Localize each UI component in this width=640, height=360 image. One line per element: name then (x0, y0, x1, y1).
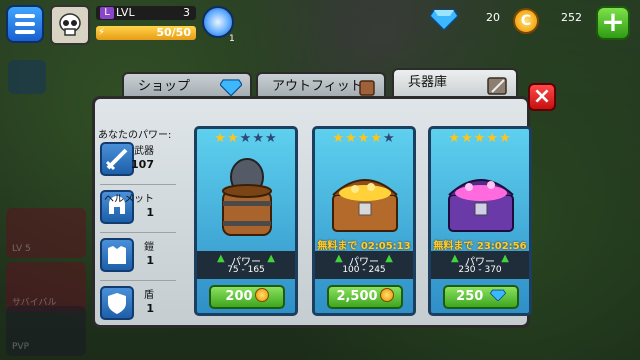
buy-button[interactable]: 200 (209, 285, 285, 309)
item-card-purple-chest[interactable]: ★★★★★ 無料まで 23:02:56 ▲ ▲ パワー 230 - 370 25… (428, 126, 532, 316)
star-empty-icon: ★ (239, 131, 253, 146)
player-avatar[interactable] (50, 5, 90, 45)
stat-weapon-label: 武器 (134, 146, 154, 157)
gem-icon (489, 289, 506, 301)
star-filled-icon: ★ (498, 131, 512, 146)
gem-icon (430, 9, 458, 30)
star-filled-icon: ★ (448, 131, 462, 146)
stat-divider (100, 232, 176, 233)
star-empty-icon: ★ (382, 131, 396, 146)
purple-chest-icon (448, 179, 514, 232)
coin-icon (379, 288, 394, 302)
star-filled-icon: ★ (345, 131, 358, 146)
tab-shop-label: ショップ (138, 79, 191, 94)
energy-icon: ⚡ (98, 27, 106, 38)
power-range: 75 - 165 (227, 265, 265, 275)
star-filled-icon: ★ (370, 131, 383, 146)
stat-helmet-label: ヘルメット (104, 194, 154, 205)
swirl-count: 1 (229, 34, 235, 44)
xp-bar: ⚡ 50/50 (96, 26, 196, 40)
star-filled-icon: ★ (332, 131, 346, 146)
level-label: LVL (116, 6, 135, 19)
coin-icon: C (513, 8, 539, 34)
stat-armor-value: 1 (146, 254, 154, 267)
stat-divider (100, 280, 176, 281)
power-row: ▲ ▲ パワー 75 - 165 (197, 251, 295, 279)
gem-count: 20 (486, 11, 500, 24)
price-label: 2,500 (336, 289, 378, 304)
star-filled-icon: ★ (473, 131, 487, 146)
coin-icon (254, 288, 269, 302)
stat-helmet-value: 1 (146, 206, 154, 219)
outfit-icon (359, 80, 375, 96)
skull-icon (59, 13, 81, 36)
gold-chest-icon (332, 179, 398, 232)
sword-icon (100, 142, 134, 176)
stat-armor-label: 鎧 (144, 242, 154, 253)
stat-armor: 鎧 1 (100, 236, 184, 276)
stat-helmet: ヘルメット 1 (100, 188, 184, 228)
power-range: 100 - 245 (342, 265, 386, 275)
stat-shield-label: 盾 (144, 290, 154, 301)
price-label: 250 (456, 289, 484, 304)
stat-weapon: 武器 107 (100, 140, 184, 180)
add-currency-button[interactable]: + (596, 6, 630, 40)
star-rating: ★★★★★ (315, 131, 413, 146)
armor-icon (100, 238, 134, 272)
close-button[interactable]: × (528, 83, 556, 111)
item-card-barrel[interactable]: ★★★★★ ▲ ▲ パワー 75 - 165 200 (194, 126, 298, 316)
armory-icon (487, 77, 507, 95)
star-empty-icon: ★ (264, 131, 278, 146)
price-label: 200 (225, 289, 253, 304)
level-display: L LVL 3 (96, 6, 196, 20)
stat-shield: 盾 1 (100, 284, 184, 324)
gem-icon (220, 79, 242, 97)
barrel-icon (222, 158, 272, 236)
buy-button[interactable]: 250 (443, 285, 519, 309)
coin-count: 252 (561, 11, 582, 24)
buy-button[interactable]: 2,500 (327, 285, 403, 309)
star-filled-icon: ★ (357, 131, 371, 146)
tab-outfit-label: アウトフィット (272, 79, 363, 94)
level-value: 3 (183, 6, 190, 19)
power-row: ▲ ▲ パワー 100 - 245 (315, 251, 413, 279)
stat-divider (100, 184, 176, 185)
level-badge-icon: L (100, 7, 114, 19)
star-empty-icon: ★ (252, 131, 265, 146)
free-timer: 無料まで 02:05:13 (317, 241, 411, 252)
item-card-gold-chest[interactable]: ★★★★★ 無料まで 02:05:13 ▲ ▲ パワー 100 - 245 2,… (312, 126, 416, 316)
power-row: ▲ ▲ パワー 230 - 370 (431, 251, 529, 279)
shield-icon (100, 286, 134, 320)
star-filled-icon: ★ (227, 131, 240, 146)
star-filled-icon: ★ (214, 131, 228, 146)
power-range: 230 - 370 (458, 265, 502, 275)
star-rating: ★★★★★ (431, 131, 529, 146)
free-timer: 無料まで 23:02:56 (433, 241, 527, 252)
star-rating: ★★★★★ (197, 131, 295, 146)
power-title: あなたのパワー: (98, 130, 172, 141)
stat-shield-value: 1 (146, 302, 154, 315)
tab-armory-label: 兵器庫 (408, 75, 448, 90)
star-filled-icon: ★ (461, 131, 474, 146)
star-filled-icon: ★ (486, 131, 499, 146)
menu-button[interactable] (6, 5, 44, 43)
xp-text: 50/50 (156, 26, 191, 39)
stat-weapon-value: 107 (131, 158, 154, 171)
